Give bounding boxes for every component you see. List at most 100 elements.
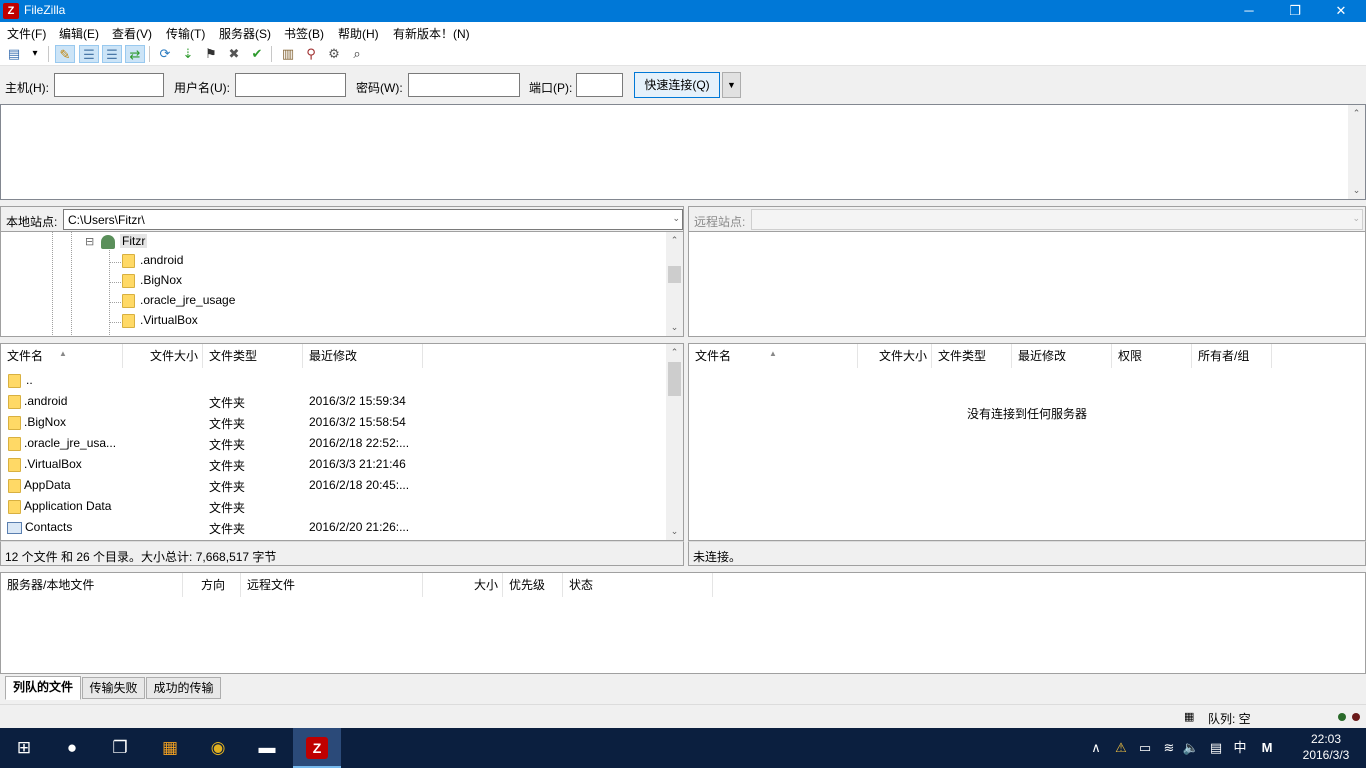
tree-item-oracle-jre-usage[interactable]: .oracle_jre_usage <box>122 293 235 313</box>
filezilla-app-icon[interactable]: Z <box>3 3 19 19</box>
cancel-operation-icon[interactable]: ⚑ <box>201 45 221 63</box>
remote-file-list[interactable]: 文件名 ▲ 文件大小 文件类型 最近修改 权限 所有者/组 没有连接到任何服务器 <box>688 343 1366 541</box>
quickconnect-button[interactable]: 快速连接(Q) <box>634 72 720 98</box>
chevron-down-icon[interactable]: ⌄ <box>672 213 680 224</box>
local-tree-icon[interactable]: ☰ <box>79 45 99 63</box>
message-log[interactable]: ⌃ ⌄ <box>0 104 1366 200</box>
site-manager-dropdown-icon[interactable]: ▾ <box>28 45 42 63</box>
local-tree-scrollbar[interactable]: ⌃ ⌄ <box>666 232 683 336</box>
scroll-down-icon[interactable]: ⌄ <box>1348 182 1365 199</box>
local-directory-tree[interactable]: ⊟ Fitzr .android .BigNox .oracle_jre_usa… <box>0 232 684 337</box>
port-input[interactable] <box>576 73 623 97</box>
reconnect-icon[interactable]: ✔ <box>247 45 267 63</box>
table-row[interactable]: Application Data 文件夹 <box>1 495 665 516</box>
close-button[interactable]: ✕ <box>1318 0 1364 22</box>
filezilla-taskbar-button[interactable]: Z <box>293 728 341 768</box>
menu-new-version[interactable]: 有新版本！(N) <box>393 25 470 42</box>
local-files-scrollbar[interactable]: ⌃ ⌄ <box>666 344 683 540</box>
scroll-down-icon[interactable]: ⌄ <box>666 319 683 336</box>
table-row[interactable]: .oracle_jre_usa... 文件夹 2016/2/18 22:52:.… <box>1 432 665 453</box>
menu-server[interactable]: 服务器(S) <box>219 25 271 42</box>
action-center-icon[interactable]: ▤ <box>1204 728 1228 768</box>
column-header-direction[interactable]: 方向 <box>183 573 241 597</box>
store-app-icon[interactable]: ▦ <box>146 728 194 768</box>
column-header-modified[interactable]: 最近修改 <box>303 344 423 368</box>
local-file-list[interactable]: 文件名 ▲ 文件大小 文件类型 最近修改 .. .android 文件夹 2016… <box>0 343 684 541</box>
sync-browse-icon[interactable]: ⚙ <box>324 45 344 63</box>
scroll-up-icon[interactable]: ⌃ <box>666 232 683 249</box>
tree-collapse-icon[interactable]: ⊟ <box>85 235 94 248</box>
remote-directory-tree[interactable] <box>688 232 1366 337</box>
column-header-server-local-file[interactable]: 服务器/本地文件 <box>1 573 183 597</box>
refresh-icon[interactable]: ⟳ <box>155 45 175 63</box>
message-log-icon[interactable]: ✎ <box>55 45 75 63</box>
table-row[interactable]: .android 文件夹 2016/3/2 15:59:34 <box>1 390 665 411</box>
tab-successful-transfers[interactable]: 成功的传输 <box>146 677 221 699</box>
menu-file[interactable]: 文件(F) <box>7 25 46 42</box>
tree-item-fitzr[interactable]: Fitzr <box>101 234 148 254</box>
menu-edit[interactable]: 编辑(E) <box>59 25 99 42</box>
column-header-modified[interactable]: 最近修改 <box>1012 344 1112 368</box>
tree-item-android[interactable]: .android <box>122 253 183 273</box>
quickconnect-dropdown-button[interactable]: ▼ <box>722 72 741 98</box>
column-header-owner-group[interactable]: 所有者/组 <box>1192 344 1272 368</box>
local-path-combobox[interactable]: C:\Users\Fitzr\ ⌄ <box>63 209 683 230</box>
menu-help[interactable]: 帮助(H) <box>338 25 379 42</box>
table-row[interactable]: .. <box>1 369 665 390</box>
table-row[interactable]: Contacts 文件夹 2016/2/20 21:26:... <box>1 516 665 537</box>
battery-icon[interactable]: ▭ <box>1134 728 1156 768</box>
task-view-icon[interactable]: ❐ <box>96 728 144 768</box>
menu-transfer[interactable]: 传输(T) <box>166 25 205 42</box>
transfer-queue[interactable]: 服务器/本地文件 方向 远程文件 大小 优先级 状态 <box>0 572 1366 674</box>
scroll-down-icon[interactable]: ⌄ <box>666 523 683 540</box>
column-header-filesize[interactable]: 文件大小 <box>858 344 932 368</box>
volume-icon[interactable]: 🔈 <box>1180 728 1202 768</box>
column-header-priority[interactable]: 优先级 <box>503 573 563 597</box>
ime-mode-indicator[interactable]: M <box>1256 728 1278 768</box>
username-input[interactable] <box>235 73 346 97</box>
clock[interactable]: 22:03 2016/3/3 <box>1294 731 1358 763</box>
scrollbar-thumb[interactable] <box>668 362 681 396</box>
ime-language-indicator[interactable]: 中 <box>1230 728 1250 768</box>
disconnect-icon[interactable]: ✖ <box>224 45 244 63</box>
password-input[interactable] <box>408 73 520 97</box>
process-queue-icon[interactable]: ⇣ <box>178 45 198 63</box>
minimize-button[interactable]: ─ <box>1226 0 1272 22</box>
chrome-icon[interactable]: ◉ <box>194 728 242 768</box>
remote-tree-icon[interactable]: ☰ <box>102 45 122 63</box>
show-hidden-icons-chevron[interactable]: ∧ <box>1086 728 1106 768</box>
tab-queued-files[interactable]: 列队的文件 <box>5 676 81 700</box>
column-header-size[interactable]: 大小 <box>423 573 503 597</box>
column-header-status[interactable]: 状态 <box>563 573 713 597</box>
tray-warning-icon[interactable]: ⚠ <box>1110 728 1132 768</box>
scroll-up-icon[interactable]: ⌃ <box>666 344 683 361</box>
menu-bookmarks[interactable]: 书签(B) <box>284 25 324 42</box>
column-header-filename[interactable]: 文件名 ▲ <box>1 344 123 368</box>
menu-view[interactable]: 查看(V) <box>112 25 152 42</box>
wifi-icon[interactable]: ≋ <box>1158 728 1180 768</box>
restore-button[interactable]: ❐ <box>1272 0 1318 22</box>
search-icon[interactable]: ⌕ <box>347 45 367 63</box>
column-header-remote-file[interactable]: 远程文件 <box>241 573 423 597</box>
transfer-queue-icon[interactable]: ⇄ <box>125 45 145 63</box>
table-row[interactable]: AppData 文件夹 2016/2/18 20:45:... <box>1 474 665 495</box>
column-header-filetype[interactable]: 文件类型 <box>203 344 303 368</box>
tab-failed-transfers[interactable]: 传输失败 <box>82 677 145 699</box>
message-log-scrollbar[interactable]: ⌃ ⌄ <box>1348 105 1365 199</box>
column-header-filesize[interactable]: 文件大小 <box>123 344 203 368</box>
start-button[interactable]: ⊞ <box>0 728 48 768</box>
tree-item-virtualbox[interactable]: .VirtualBox <box>122 313 198 333</box>
site-manager-icon[interactable]: ▤ <box>4 45 24 63</box>
compare-icon[interactable]: ⚲ <box>301 45 321 63</box>
table-row[interactable]: .VirtualBox 文件夹 2016/3/3 21:21:46 <box>1 453 665 474</box>
column-header-filetype[interactable]: 文件类型 <box>932 344 1012 368</box>
host-input[interactable] <box>54 73 164 97</box>
scroll-up-icon[interactable]: ⌃ <box>1348 105 1365 122</box>
terminal-icon[interactable]: ▬ <box>243 728 291 768</box>
column-header-permissions[interactable]: 权限 <box>1112 344 1192 368</box>
cortana-icon[interactable]: ● <box>48 728 96 768</box>
scrollbar-thumb[interactable] <box>668 266 681 283</box>
table-row[interactable]: .BigNox 文件夹 2016/3/2 15:58:54 <box>1 411 665 432</box>
tree-item-bignox[interactable]: .BigNox <box>122 273 182 293</box>
filter-icon[interactable]: ▥ <box>278 45 298 63</box>
